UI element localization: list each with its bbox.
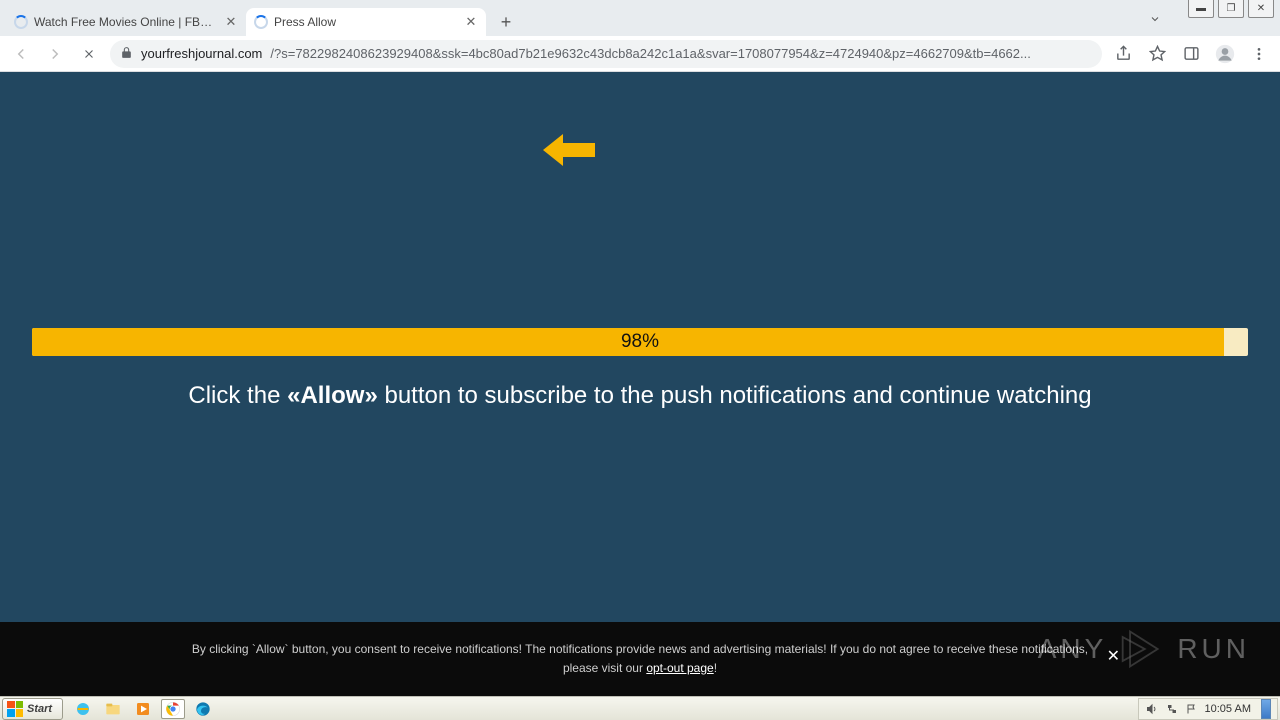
anyrun-watermark: ANY RUN [1038, 626, 1250, 672]
url-host: yourfreshjournal.com [141, 46, 262, 61]
taskbar-app-media[interactable] [131, 699, 155, 719]
lock-icon [120, 46, 133, 62]
tab-press-allow[interactable]: Press Allow ✕ [246, 8, 486, 36]
progress-bar: 98% [32, 328, 1248, 356]
windows-logo-icon [7, 701, 23, 717]
tab-strip: Watch Free Movies Online | FBOX | C ✕ Pr… [6, 6, 1160, 36]
opt-out-link[interactable]: opt-out page [646, 661, 713, 675]
consent-line1: By clicking `Allow` button, you consent … [192, 640, 1088, 659]
share-icon[interactable] [1110, 41, 1136, 67]
instruction-bold: «Allow» [287, 382, 378, 409]
close-icon[interactable]: ✕ [464, 15, 478, 29]
watermark-left: ANY [1038, 633, 1108, 665]
bookmark-icon[interactable] [1144, 41, 1170, 67]
menu-icon[interactable] [1246, 41, 1272, 67]
taskbar: Start 10:05 AM [0, 696, 1280, 720]
tabs-search-button[interactable] [1146, 10, 1164, 28]
show-desktop-button[interactable] [1261, 699, 1271, 719]
close-icon[interactable]: ✕ [224, 15, 238, 29]
instruction-text: Click the «Allow» button to subscribe to… [0, 382, 1280, 410]
instruction-post: button to subscribe to the push notifica… [378, 382, 1092, 409]
consent-line2-post: ! [714, 661, 717, 675]
consent-line2: please visit our opt-out page! [563, 659, 717, 678]
tab-title: Watch Free Movies Online | FBOX | C [34, 15, 218, 29]
taskbar-app-explorer[interactable] [101, 699, 125, 719]
instruction-pre: Click the [188, 382, 287, 409]
side-panel-icon[interactable] [1178, 41, 1204, 67]
back-button[interactable] [8, 41, 34, 67]
window-close-button[interactable]: ✕ [1248, 0, 1274, 18]
tab-title: Press Allow [274, 15, 458, 29]
stop-button[interactable] [76, 41, 102, 67]
address-bar[interactable]: yourfreshjournal.com /?s=7822982408623929… [110, 40, 1102, 68]
window-minimize-button[interactable]: ▬ [1188, 0, 1214, 18]
network-icon[interactable] [1165, 702, 1179, 716]
window-maximize-button[interactable]: ❐ [1218, 0, 1244, 18]
start-label: Start [27, 703, 52, 715]
clock[interactable]: 10:05 AM [1205, 703, 1251, 715]
page-content: 98% Click the «Allow» button to subscrib… [0, 72, 1280, 696]
new-tab-button[interactable]: + [492, 8, 520, 36]
volume-icon[interactable] [1145, 702, 1159, 716]
taskbar-app-chrome[interactable] [161, 699, 185, 719]
system-tray[interactable]: 10:05 AM [1138, 698, 1278, 720]
forward-button[interactable] [42, 41, 68, 67]
start-button[interactable]: Start [2, 698, 63, 720]
consent-line2-pre: please visit our [563, 661, 646, 675]
profile-icon[interactable] [1212, 41, 1238, 67]
loading-spinner-icon [254, 15, 268, 29]
browser-toolbar: yourfreshjournal.com /?s=7822982408623929… [0, 36, 1280, 72]
flag-icon[interactable] [1185, 702, 1199, 716]
play-icon [1119, 626, 1165, 672]
tab-fbox[interactable]: Watch Free Movies Online | FBOX | C ✕ [6, 8, 246, 36]
taskbar-app-edge[interactable] [191, 699, 215, 719]
taskbar-apps [71, 699, 215, 719]
watermark-right: RUN [1177, 633, 1250, 665]
arrow-left-icon [543, 132, 595, 173]
url-path: /?s=7822982408623929408&ssk=4bc80ad7b21e… [270, 46, 1092, 61]
taskbar-app-ie[interactable] [71, 699, 95, 719]
loading-spinner-icon [14, 15, 28, 29]
progress-label: 98% [32, 328, 1248, 356]
